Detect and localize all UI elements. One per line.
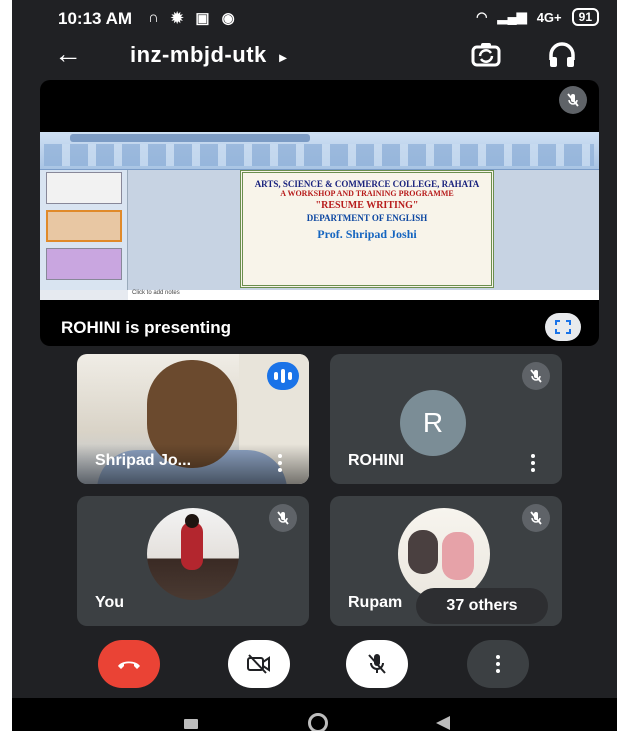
slide-speaker: Prof. Shripad Joshi bbox=[317, 227, 417, 241]
ribbon-tabs bbox=[70, 134, 310, 142]
slide-notes: Click to add notes bbox=[128, 290, 599, 300]
more-options-icon[interactable] bbox=[530, 454, 536, 472]
mic-off-icon bbox=[522, 504, 550, 532]
fullscreen-icon bbox=[555, 320, 571, 334]
mic-off-icon bbox=[559, 86, 587, 114]
status-time: 10:13 AM bbox=[58, 9, 133, 28]
more-vertical-icon bbox=[495, 655, 501, 673]
avatar bbox=[398, 508, 490, 600]
current-slide: ARTS, SCIENCE & COMMERCE COLLEGE, RAHATA… bbox=[240, 170, 494, 288]
back-arrow-icon[interactable]: ← bbox=[54, 40, 82, 68]
slide-thumbnail bbox=[46, 248, 122, 280]
others-count-button[interactable]: 37 others bbox=[416, 588, 548, 624]
slide-department: DEPARTMENT OF ENGLISH bbox=[306, 213, 428, 223]
system-icons: ◠ ▂▄▆ 4G+ 91 bbox=[476, 8, 599, 26]
slide-topic: "RESUME WRITING" bbox=[315, 200, 419, 211]
fullscreen-button[interactable] bbox=[545, 313, 581, 341]
headphones-icon[interactable] bbox=[547, 40, 577, 70]
battery-indicator: 91 bbox=[571, 8, 599, 26]
slide-thumbnails bbox=[40, 170, 128, 290]
meet-screen: 10:13 AM ∩ ✹ ▣ ◉ ◠ ▂▄▆ 4G+ 91 ← inz-mbjd… bbox=[12, 0, 617, 731]
settings-notification-icon: ✹ bbox=[170, 10, 184, 27]
camera-toggle-button[interactable] bbox=[228, 640, 290, 688]
mic-off-icon bbox=[269, 504, 297, 532]
mic-off-icon bbox=[522, 362, 550, 390]
phone-hangup-icon bbox=[118, 661, 140, 669]
shared-screen: ARTS, SCIENCE & COMMERCE COLLEGE, RAHATA… bbox=[40, 132, 599, 300]
notification-icons: ∩ ✹ ▣ ◉ bbox=[148, 9, 235, 27]
camera-notification-icon: ◉ bbox=[221, 10, 235, 27]
signal-icon: ▂▄▆ bbox=[497, 9, 527, 24]
participant-tile-rohini[interactable]: R ROHINI bbox=[330, 354, 562, 484]
meeting-code-button[interactable]: inz-mbjd-utk ▸ bbox=[130, 42, 287, 68]
end-call-button[interactable] bbox=[98, 640, 160, 688]
presentation-tile[interactable]: ARTS, SCIENCE & COMMERCE COLLEGE, RAHATA… bbox=[40, 80, 599, 346]
participant-tile-shripad[interactable]: Shripad Jo... bbox=[77, 354, 309, 484]
participant-name: Shripad Jo... bbox=[95, 452, 192, 469]
slide-thumbnail bbox=[46, 172, 122, 204]
headset-notification-icon: ∩ bbox=[148, 9, 159, 26]
calendar-notification-icon: ▣ bbox=[195, 10, 210, 27]
wifi-icon: ◠ bbox=[476, 9, 488, 24]
more-options-icon[interactable] bbox=[277, 454, 283, 472]
slide-programme: A WORKSHOP AND TRAINING PROGRAMME bbox=[280, 189, 454, 198]
home-button[interactable] bbox=[308, 713, 328, 731]
more-options-button[interactable] bbox=[467, 640, 529, 688]
call-controls bbox=[12, 640, 617, 696]
slide-canvas: ARTS, SCIENCE & COMMERCE COLLEGE, RAHATA… bbox=[128, 170, 599, 290]
presenting-label: ROHINI is presenting bbox=[61, 318, 232, 337]
avatar bbox=[147, 508, 239, 600]
participant-name: ROHINI bbox=[348, 452, 404, 469]
chevron-right-icon: ▸ bbox=[279, 49, 287, 65]
back-button[interactable] bbox=[436, 716, 450, 730]
meeting-code: inz-mbjd-utk bbox=[130, 42, 267, 67]
status-bar: 10:13 AM ∩ ✹ ▣ ◉ ◠ ▂▄▆ 4G+ 91 bbox=[12, 0, 617, 38]
participant-tile-you[interactable]: You bbox=[77, 496, 309, 626]
slide-thumbnail bbox=[46, 210, 122, 242]
slide-college-name: ARTS, SCIENCE & COMMERCE COLLEGE, RAHATA bbox=[254, 179, 480, 189]
system-navigation-bar bbox=[12, 698, 617, 731]
meeting-header: ← inz-mbjd-utk ▸ bbox=[12, 38, 617, 78]
network-type-label: 4G+ bbox=[536, 9, 562, 25]
recents-button[interactable] bbox=[184, 719, 198, 729]
speaking-indicator-icon bbox=[267, 362, 299, 390]
participant-name: Rupam bbox=[348, 594, 403, 611]
powerpoint-ribbon bbox=[40, 132, 599, 170]
ribbon-toolbar bbox=[44, 144, 594, 166]
switch-camera-icon[interactable] bbox=[470, 40, 502, 70]
avatar: R bbox=[400, 390, 466, 456]
participant-name: You bbox=[95, 594, 125, 611]
camera-off-icon bbox=[247, 654, 270, 674]
mic-off-icon bbox=[368, 654, 386, 674]
mic-toggle-button[interactable] bbox=[346, 640, 408, 688]
